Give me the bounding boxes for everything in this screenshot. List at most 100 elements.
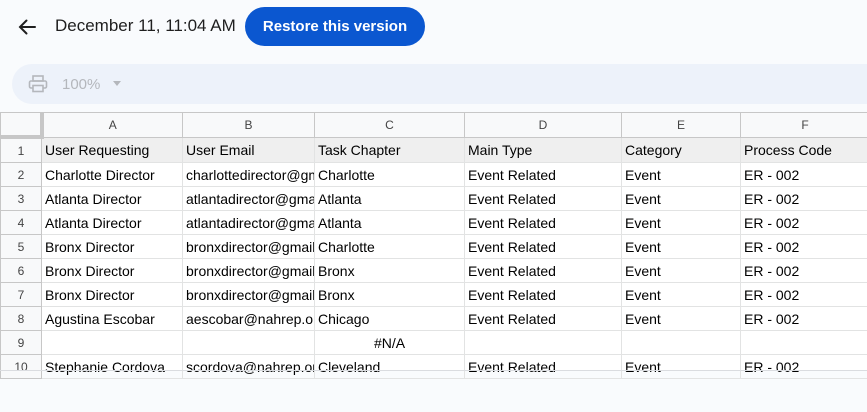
printer-icon (28, 75, 48, 93)
print-button[interactable] (28, 75, 48, 93)
cell-c1[interactable]: Task Chapter (314, 136, 465, 163)
table-row: 8 Agustina Escobar aescobar@nahrep.org Chic… (0, 306, 867, 331)
cell-c2[interactable]: Charlotte (314, 162, 465, 187)
cell-c4[interactable]: Atlanta (314, 210, 465, 235)
cell-e5[interactable]: Event (621, 234, 741, 259)
column-header-f[interactable]: F (740, 112, 867, 138)
cell-a9[interactable] (41, 330, 183, 355)
cell-a6[interactable]: Bronx Director (41, 258, 183, 283)
column-header-e[interactable]: E (621, 112, 741, 138)
cell-c5[interactable]: Charlotte (314, 234, 465, 259)
cell-f6[interactable]: ER - 002 (740, 258, 867, 283)
cell-e8[interactable]: Event (621, 306, 741, 331)
cell-c3[interactable]: Atlanta (314, 186, 465, 211)
cell-f7[interactable]: ER - 002 (740, 282, 867, 307)
table-row: 1 User Requesting User Email Task Chapter Ma… (0, 136, 867, 163)
cell-d2[interactable]: Event Related (464, 162, 622, 187)
cell-d9[interactable] (464, 330, 622, 355)
table-row: 9 #N/A (0, 330, 867, 355)
cell-c7[interactable]: Bronx (314, 282, 465, 307)
cell-b9[interactable] (182, 330, 315, 355)
cell-a2[interactable]: Charlotte Director (41, 162, 183, 187)
column-header-d[interactable]: D (464, 112, 622, 138)
cell-e1[interactable]: Category (621, 136, 741, 163)
cell-f9[interactable] (740, 330, 867, 355)
cell-b5[interactable]: bronxdirector@gmail. (182, 234, 315, 259)
cell-d10[interactable]: Event Related (464, 354, 622, 379)
spreadsheet-grid: A B C D E F 1 User Requesting User Email Task Cha… (0, 112, 867, 379)
cell-a10[interactable]: Stephanie Cordova (41, 354, 183, 379)
column-header-c[interactable]: C (314, 112, 465, 138)
column-header-a[interactable]: A (41, 112, 183, 138)
version-history-header: December 11, 11:04 AM Restore this versi… (0, 0, 867, 56)
row-header[interactable]: 7 (0, 282, 42, 307)
table-row: 3 Atlanta Director atlantadirector@gmai Atl… (0, 186, 867, 211)
table-row: 10 Stephanie Cordova scordova@nahrep.org Cl… (0, 354, 867, 379)
row-header[interactable]: 5 (0, 234, 42, 259)
toolbar: 100% (12, 64, 867, 104)
cell-a5[interactable]: Bronx Director (41, 234, 183, 259)
cell-d6[interactable]: Event Related (464, 258, 622, 283)
grid-bottom-border (0, 370, 867, 371)
row-header[interactable]: 8 (0, 306, 42, 331)
cell-e3[interactable]: Event (621, 186, 741, 211)
column-header-b[interactable]: B (182, 112, 315, 138)
cell-d3[interactable]: Event Related (464, 186, 622, 211)
restore-version-button[interactable]: Restore this version (245, 7, 425, 46)
cell-f10[interactable]: ER - 002 (740, 354, 867, 379)
cell-d4[interactable]: Event Related (464, 210, 622, 235)
cell-e9[interactable] (621, 330, 741, 355)
cell-c10[interactable]: Cleveland (314, 354, 465, 379)
cell-b8[interactable]: aescobar@nahrep.org (182, 306, 315, 331)
cell-d5[interactable]: Event Related (464, 234, 622, 259)
cell-f5[interactable]: ER - 002 (740, 234, 867, 259)
row-header[interactable]: 1 (0, 136, 42, 163)
row-header[interactable]: 4 (0, 210, 42, 235)
cell-f3[interactable]: ER - 002 (740, 186, 867, 211)
row-header[interactable]: 10 (0, 354, 42, 379)
arrow-left-icon (18, 19, 36, 35)
zoom-level[interactable]: 100% (62, 76, 100, 93)
cell-e7[interactable]: Event (621, 282, 741, 307)
row-header[interactable]: 3 (0, 186, 42, 211)
cell-c8[interactable]: Chicago (314, 306, 465, 331)
cell-a8[interactable]: Agustina Escobar (41, 306, 183, 331)
cell-b10[interactable]: scordova@nahrep.org (182, 354, 315, 379)
back-button[interactable] (12, 12, 42, 42)
table-row: 4 Atlanta Director atlantadirector@gmai Atl… (0, 210, 867, 235)
cell-d8[interactable]: Event Related (464, 306, 622, 331)
cell-c9[interactable]: #N/A (314, 330, 465, 355)
cell-a3[interactable]: Atlanta Director (41, 186, 183, 211)
cell-a4[interactable]: Atlanta Director (41, 210, 183, 235)
table-row: 5 Bronx Director bronxdirector@gmail. Charl… (0, 234, 867, 259)
column-header-row: ABCDEF (0, 112, 867, 139)
cell-b7[interactable]: bronxdirector@gmail. (182, 282, 315, 307)
cell-b4[interactable]: atlantadirector@gmai (182, 210, 315, 235)
table-row: 7 Bronx Director bronxdirector@gmail. Bronx… (0, 282, 867, 307)
cell-f1[interactable]: Process Code (740, 136, 867, 163)
version-timestamp: December 11, 11:04 AM (55, 16, 236, 35)
cell-e10[interactable]: Event (621, 354, 741, 379)
table-row: 6 Bronx Director bronxdirector@gmail. Bronx… (0, 258, 867, 283)
cell-e4[interactable]: Event (621, 210, 741, 235)
row-header[interactable]: 9 (0, 330, 42, 355)
cell-d1[interactable]: Main Type (464, 136, 622, 163)
select-all-corner[interactable] (0, 112, 44, 139)
cell-e2[interactable]: Event (621, 162, 741, 187)
cell-a7[interactable]: Bronx Director (41, 282, 183, 307)
cell-a1[interactable]: User Requesting (41, 136, 183, 163)
cell-f8[interactable]: ER - 002 (740, 306, 867, 331)
table-row: 2 Charlotte Director charlottedirector@gm C… (0, 162, 867, 187)
cell-e6[interactable]: Event (621, 258, 741, 283)
row-header[interactable]: 6 (0, 258, 42, 283)
caret-down-icon[interactable] (113, 81, 121, 86)
cell-b3[interactable]: atlantadirector@gmai (182, 186, 315, 211)
cell-c6[interactable]: Bronx (314, 258, 465, 283)
cell-d7[interactable]: Event Related (464, 282, 622, 307)
cell-b2[interactable]: charlottedirector@gm (182, 162, 315, 187)
cell-b6[interactable]: bronxdirector@gmail. (182, 258, 315, 283)
cell-b1[interactable]: User Email (182, 136, 315, 163)
cell-f2[interactable]: ER - 002 (740, 162, 867, 187)
cell-f4[interactable]: ER - 002 (740, 210, 867, 235)
row-header[interactable]: 2 (0, 162, 42, 187)
